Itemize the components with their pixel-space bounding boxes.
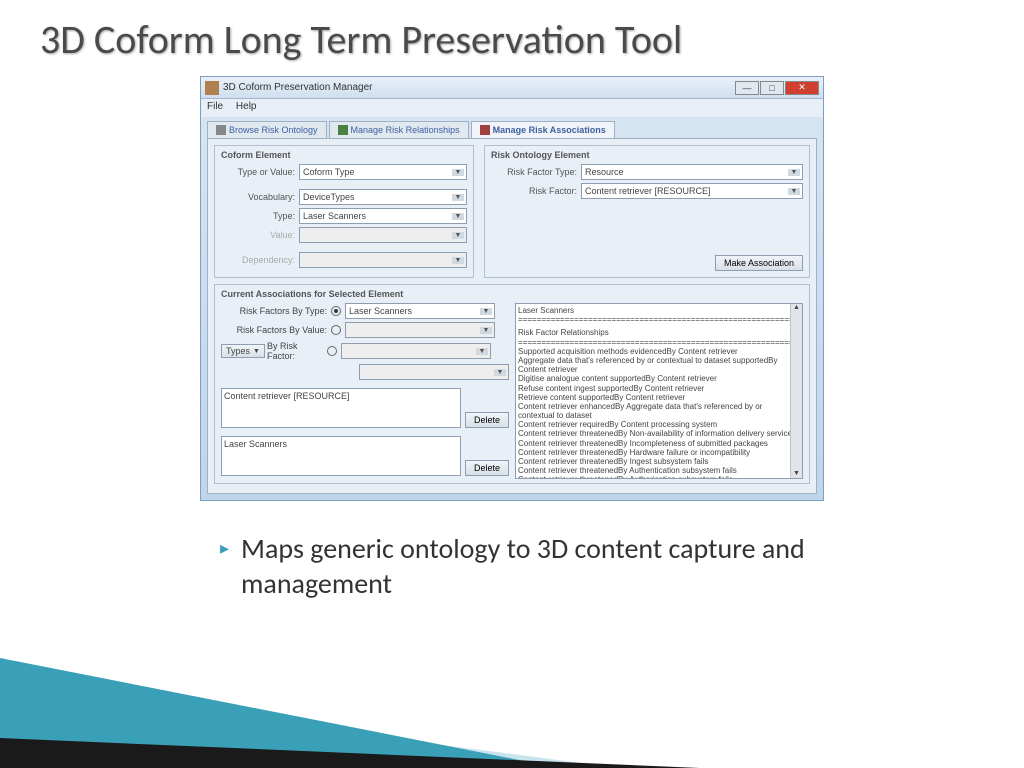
type-or-value-select[interactable]: Coform Type <box>299 164 467 180</box>
associations-title: Current Associations for Selected Elemen… <box>221 289 803 299</box>
make-association-button[interactable]: Make Association <box>715 255 803 271</box>
maximize-button[interactable]: □ <box>760 81 784 95</box>
type-or-value-label: Type or Value: <box>221 167 299 177</box>
by-value-radio[interactable] <box>331 325 341 335</box>
risk-factor-label: Risk Factor: <box>491 186 581 196</box>
slide-bullet: ▸ Maps generic ontology to 3D content ca… <box>0 501 1024 601</box>
delete-button-2[interactable]: Delete <box>465 460 509 476</box>
menu-file[interactable]: File <box>207 101 223 112</box>
slide-decoration <box>0 608 1024 768</box>
type-select[interactable]: Laser Scanners <box>299 208 467 224</box>
window-title: 3D Coform Preservation Manager <box>223 82 373 93</box>
bullet-icon: ▸ <box>220 537 229 559</box>
by-factor-label: By Risk Factor: <box>267 341 327 361</box>
tab-manage-associations[interactable]: Manage Risk Associations <box>471 121 615 138</box>
by-type-label: Risk Factors By Type: <box>221 306 331 316</box>
value-label: Value: <box>221 230 299 240</box>
risk-title: Risk Ontology Element <box>491 150 803 160</box>
risk-factor-type-select[interactable]: Resource <box>581 164 803 180</box>
vocabulary-select[interactable]: DeviceTypes <box>299 189 467 205</box>
main-panel: Coform Element Type or Value:Coform Type… <box>207 138 817 494</box>
by-factor-radio[interactable] <box>327 346 337 356</box>
delete-button-1[interactable]: Delete <box>465 412 509 428</box>
value-select <box>299 227 467 243</box>
by-value-select <box>345 322 495 338</box>
by-factor-select-2 <box>359 364 509 380</box>
tab-manage-relationships[interactable]: Manage Risk Relationships <box>329 121 469 138</box>
app-icon <box>205 81 219 95</box>
association-list-1[interactable]: Content retriever [RESOURCE] <box>221 388 461 428</box>
risk-factor-type-label: Risk Factor Type: <box>491 167 581 177</box>
menu-help[interactable]: Help <box>236 101 257 112</box>
titlebar: 3D Coform Preservation Manager — □ ✕ <box>201 77 823 99</box>
by-factor-select <box>341 343 491 359</box>
type-label: Type: <box>221 211 299 221</box>
risk-factor-select[interactable]: Content retriever [RESOURCE] <box>581 183 803 199</box>
close-button[interactable]: ✕ <box>785 81 819 95</box>
types-button[interactable]: Types <box>221 344 265 358</box>
link-icon <box>338 125 348 135</box>
tab-bar: Browse Risk Ontology Manage Risk Relatio… <box>207 121 817 138</box>
warning-icon <box>480 125 490 135</box>
dependency-label: Dependency: <box>221 255 299 265</box>
by-type-select[interactable]: Laser Scanners <box>345 303 495 319</box>
app-window: 3D Coform Preservation Manager — □ ✕ Fil… <box>200 76 824 501</box>
slide-title: 3D Coform Long Term Preservation Tool <box>0 0 1024 68</box>
scrollbar[interactable] <box>790 304 802 478</box>
relationships-text[interactable]: Laser Scanners =========================… <box>515 303 803 479</box>
dependency-select <box>299 252 467 268</box>
by-type-radio[interactable] <box>331 306 341 316</box>
risk-element-group: Risk Ontology Element Risk Factor Type:R… <box>484 145 810 278</box>
associations-group: Current Associations for Selected Elemen… <box>214 284 810 484</box>
coform-element-group: Coform Element Type or Value:Coform Type… <box>214 145 474 278</box>
bullet-content: Maps generic ontology to 3D content capt… <box>241 531 904 601</box>
minimize-button[interactable]: — <box>735 81 759 95</box>
menubar: File Help <box>201 99 823 117</box>
tab-browse-ontology[interactable]: Browse Risk Ontology <box>207 121 327 138</box>
coform-title: Coform Element <box>221 150 467 160</box>
vocabulary-label: Vocabulary: <box>221 192 299 202</box>
by-value-label: Risk Factors By Value: <box>221 325 331 335</box>
association-list-2[interactable]: Laser Scanners <box>221 436 461 476</box>
book-icon <box>216 125 226 135</box>
